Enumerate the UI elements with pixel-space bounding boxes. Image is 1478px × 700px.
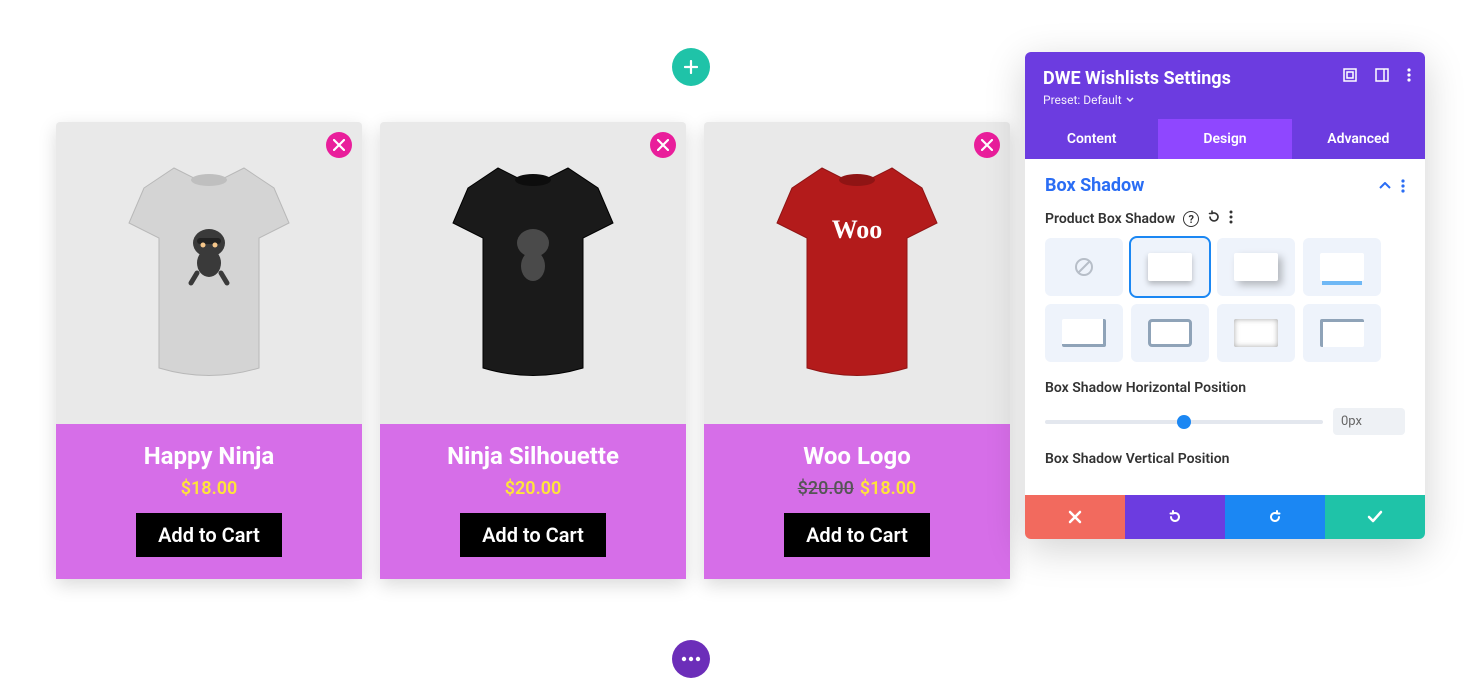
snap-button[interactable] — [1375, 68, 1389, 82]
remove-product-button[interactable] — [974, 132, 1000, 158]
tab-advanced[interactable]: Advanced — [1292, 119, 1425, 159]
horizontal-slider[interactable] — [1045, 420, 1323, 424]
panel-actions — [1025, 495, 1425, 539]
add-to-cart-button[interactable]: Add to Cart — [460, 513, 606, 557]
option-label-row: Product Box Shadow ? — [1045, 210, 1405, 228]
option-label: Product Box Shadow — [1045, 211, 1175, 227]
undo-icon — [1167, 509, 1183, 525]
vertical-position-label: Box Shadow Vertical Position — [1045, 451, 1405, 467]
panel-icon — [1375, 68, 1389, 82]
panel-body: Box Shadow Product Box Shadow ? Box Shad… — [1025, 159, 1425, 539]
section-header[interactable]: Box Shadow — [1045, 175, 1405, 196]
option-more-button[interactable] — [1229, 210, 1233, 228]
check-icon — [1367, 510, 1383, 524]
product-title: Ninja Silhouette — [392, 442, 674, 470]
header-actions — [1343, 68, 1411, 82]
shadow-preset[interactable] — [1303, 238, 1381, 296]
horizontal-position-label: Box Shadow Horizontal Position — [1045, 380, 1405, 396]
redo-button[interactable] — [1225, 495, 1325, 539]
product-grid: Happy Ninja $18.00 Add to Cart Ninja Sil… — [56, 122, 1010, 579]
product-title: Woo Logo — [716, 442, 998, 470]
close-icon — [981, 139, 993, 151]
remove-product-button[interactable] — [650, 132, 676, 158]
reset-button[interactable] — [1207, 210, 1221, 228]
product-title: Happy Ninja — [68, 442, 350, 470]
product-image — [56, 122, 362, 424]
svg-text:Woo: Woo — [832, 215, 883, 244]
remove-product-button[interactable] — [326, 132, 352, 158]
tab-design[interactable]: Design — [1158, 119, 1291, 159]
horizontal-value-input[interactable]: 0px — [1333, 408, 1405, 435]
product-price: $18.00 — [68, 478, 350, 499]
tshirt-image — [428, 158, 638, 388]
panel-header: DWE Wishlists Settings Preset: Default — [1025, 52, 1425, 119]
shadow-presets — [1045, 238, 1405, 362]
add-to-cart-button[interactable]: Add to Cart — [784, 513, 930, 557]
shadow-preset[interactable] — [1217, 238, 1295, 296]
tshirt-image — [104, 158, 314, 388]
product-card: Woo Woo Logo $20.00$18.00 Add to Cart — [704, 122, 1010, 579]
preset-label: Preset: Default — [1043, 93, 1122, 107]
add-to-cart-button[interactable]: Add to Cart — [136, 513, 282, 557]
close-icon — [333, 139, 345, 151]
product-image: Woo — [704, 122, 1010, 424]
help-button[interactable]: ? — [1183, 211, 1199, 227]
kebab-icon[interactable] — [1401, 179, 1405, 193]
product-info: Happy Ninja $18.00 Add to Cart — [56, 424, 362, 579]
shadow-none[interactable] — [1045, 238, 1123, 296]
plus-icon — [684, 60, 698, 74]
section-title: Box Shadow — [1045, 175, 1144, 196]
product-info: Ninja Silhouette $20.00 Add to Cart — [380, 424, 686, 579]
none-icon — [1073, 256, 1095, 278]
slider-thumb[interactable] — [1177, 415, 1191, 429]
panel-tabs: Content Design Advanced — [1025, 119, 1425, 159]
product-card: Ninja Silhouette $20.00 Add to Cart — [380, 122, 686, 579]
shadow-preset[interactable] — [1131, 238, 1209, 296]
kebab-icon — [1229, 210, 1233, 224]
kebab-icon — [1407, 68, 1411, 82]
shadow-preset[interactable] — [1131, 304, 1209, 362]
page-actions-button[interactable] — [672, 640, 710, 678]
product-price: $20.00 — [392, 478, 674, 499]
tab-content[interactable]: Content — [1025, 119, 1158, 159]
save-button[interactable] — [1325, 495, 1425, 539]
tshirt-image: Woo — [752, 158, 962, 388]
product-image — [380, 122, 686, 424]
expand-icon — [1343, 68, 1357, 82]
shadow-preset[interactable] — [1217, 304, 1295, 362]
ellipsis-icon — [681, 656, 701, 662]
more-button[interactable] — [1407, 68, 1411, 82]
settings-panel: DWE Wishlists Settings Preset: Default C… — [1025, 52, 1425, 539]
redo-icon — [1267, 509, 1283, 525]
add-module-button[interactable] — [672, 48, 710, 86]
horizontal-slider-row: 0px — [1045, 408, 1405, 435]
shadow-preset[interactable] — [1045, 304, 1123, 362]
undo-icon — [1207, 210, 1221, 224]
chevron-up-icon[interactable] — [1379, 182, 1391, 190]
product-card: Happy Ninja $18.00 Add to Cart — [56, 122, 362, 579]
product-price: $20.00$18.00 — [716, 478, 998, 499]
undo-button[interactable] — [1125, 495, 1225, 539]
product-info: Woo Logo $20.00$18.00 Add to Cart — [704, 424, 1010, 579]
shadow-preset[interactable] — [1303, 304, 1381, 362]
close-icon — [1068, 510, 1082, 524]
preset-dropdown[interactable]: Preset: Default — [1043, 93, 1407, 107]
chevron-down-icon — [1126, 97, 1134, 103]
expand-button[interactable] — [1343, 68, 1357, 82]
cancel-button[interactable] — [1025, 495, 1125, 539]
close-icon — [657, 139, 669, 151]
